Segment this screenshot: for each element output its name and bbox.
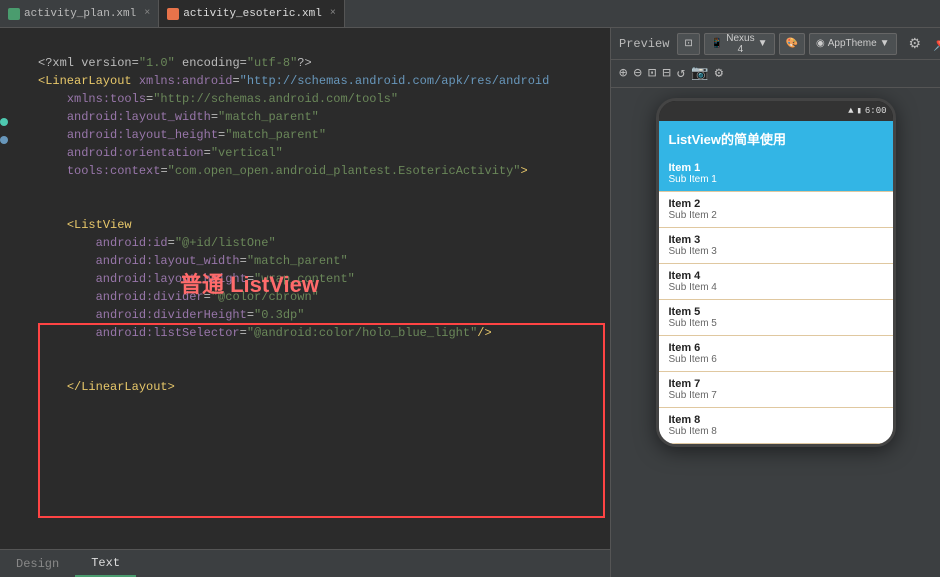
- app-screen: ListView的简单使用 Item 1 Sub Item 1 Item 2 S…: [659, 121, 893, 444]
- code-line-blank3: [38, 342, 602, 360]
- list-item-1[interactable]: Item 1 Sub Item 1: [659, 156, 893, 192]
- theme-btn-wrapper[interactable]: 🎨: [779, 33, 805, 55]
- xml-file-icon: [8, 8, 20, 20]
- camera-icon[interactable]: 📷: [691, 65, 708, 82]
- code-line-3: xmlns:tools="http://schemas.android.com/…: [38, 90, 602, 108]
- tab-esoteric-close[interactable]: ×: [330, 8, 336, 19]
- list-item-4[interactable]: Item 4 Sub Item 4: [659, 264, 893, 300]
- code-line-blank1: [38, 180, 602, 198]
- tab-plan-close[interactable]: ×: [144, 8, 150, 19]
- code-line-blank2: [38, 198, 602, 216]
- app-titlebar: ListView的简单使用: [659, 121, 893, 156]
- status-icons: ▲ ▮ 6:00: [848, 106, 886, 116]
- preview-label: Preview: [619, 37, 669, 51]
- app-title: ListView的简单使用: [669, 132, 787, 147]
- list-item-5[interactable]: Item 5 Sub Item 5: [659, 300, 893, 336]
- more-options-btn[interactable]: ⚙: [905, 33, 926, 54]
- code-line-5: android:layout_height="match_parent": [38, 126, 602, 144]
- code-line-width: android:layout_width="match_parent": [38, 252, 602, 270]
- phone-mockup: ▲ ▮ 6:00 ListView的简单使用 Item 1 Sub Item 1: [656, 98, 896, 447]
- code-line-selector: android:listSelector="@android:color/hol…: [38, 324, 602, 342]
- xml-file-icon-2: [167, 8, 179, 20]
- code-line-id: android:id="@+id/listOne": [38, 234, 602, 252]
- status-time: 6:00: [865, 106, 887, 116]
- preview-toolbar: Preview ⊡ 📱 Nexus 4 ▼ 🎨 ◉ AppTheme ▼ ⚙ 📌: [611, 28, 940, 60]
- code-line-2: <LinearLayout xmlns:android="http://sche…: [38, 72, 602, 90]
- tab-design[interactable]: Design: [0, 550, 75, 577]
- list-item-sub-6: Sub Item 6: [669, 354, 883, 365]
- theme-icon: 🎨: [786, 38, 798, 49]
- list-item-sub-3: Sub Item 3: [669, 246, 883, 257]
- code-panel: 普通 ListView <?xml version="1.0" encoding…: [0, 28, 610, 577]
- list-item-title-3: Item 3: [669, 234, 883, 246]
- list-item-title-2: Item 2: [669, 198, 883, 210]
- gutter-marker-blue: [0, 136, 8, 144]
- tab-text[interactable]: Text: [75, 550, 136, 577]
- tab-esoteric-xml[interactable]: activity_esoteric.xml ×: [159, 0, 345, 27]
- apptheme-icon: ◉: [816, 38, 825, 49]
- list-item-3[interactable]: Item 3 Sub Item 3: [659, 228, 893, 264]
- zoom-in-icon[interactable]: ⊕: [619, 65, 627, 82]
- theme-btn[interactable]: ◉ AppTheme ▼: [809, 33, 897, 55]
- list-item-7[interactable]: Item 7 Sub Item 7: [659, 372, 893, 408]
- left-gutter: [0, 28, 8, 549]
- list-item-title-8: Item 8: [669, 414, 883, 426]
- code-line-7: tools:context="com.open_open.android_pla…: [38, 162, 602, 180]
- list-item-6[interactable]: Item 6 Sub Item 6: [659, 336, 893, 372]
- tab-esoteric-label: activity_esoteric.xml: [183, 8, 322, 20]
- wifi-icon: ▲: [848, 106, 853, 116]
- list-item-sub-2: Sub Item 2: [669, 210, 883, 221]
- code-line-divider: android:divider="@color/cbrown": [38, 288, 602, 306]
- code-line-divider-height: android:dividerHeight="0.3dp": [38, 306, 602, 324]
- preview-panel: Preview ⊡ 📱 Nexus 4 ▼ 🎨 ◉ AppTheme ▼ ⚙ 📌: [610, 28, 940, 577]
- list-item-title-5: Item 5: [669, 306, 883, 318]
- theme-dropdown-icon: ▼: [880, 38, 890, 49]
- tab-plan-xml[interactable]: activity_plan.xml ×: [0, 0, 159, 27]
- code-editor[interactable]: <?xml version="1.0" encoding="utf-8"?> <…: [38, 36, 610, 396]
- zoom-bar: ⊕ ⊖ ⊡ ⊟ ↺ 📷 ⚙: [611, 60, 940, 88]
- dropdown-icon: ▼: [758, 38, 768, 49]
- code-line-listview: <ListView: [38, 216, 602, 234]
- list-item-title-6: Item 6: [669, 342, 883, 354]
- screenshot-icon: ⊡: [684, 38, 692, 49]
- list-item-sub-4: Sub Item 4: [669, 282, 883, 293]
- tab-plan-label: activity_plan.xml: [24, 8, 136, 20]
- device-btn[interactable]: 📱 Nexus 4 ▼: [704, 33, 775, 55]
- tab-bar: activity_plan.xml × activity_esoteric.xm…: [0, 0, 940, 28]
- list-item-sub-1: Sub Item 1: [669, 174, 883, 185]
- list-item-sub-5: Sub Item 5: [669, 318, 883, 329]
- settings-icon[interactable]: ⚙: [715, 65, 723, 82]
- code-content[interactable]: 普通 ListView <?xml version="1.0" encoding…: [0, 28, 610, 549]
- preview-content: ▲ ▮ 6:00 ListView的简单使用 Item 1 Sub Item 1: [611, 88, 940, 577]
- code-line-close: </LinearLayout>: [38, 378, 602, 396]
- phone-status-bar: ▲ ▮ 6:00: [659, 101, 893, 121]
- screenshot-btn[interactable]: ⊡: [677, 33, 699, 55]
- code-line: [38, 36, 602, 54]
- list-item-sub-8: Sub Item 8: [669, 426, 883, 437]
- code-line-6: android:orientation="vertical": [38, 144, 602, 162]
- gutter-marker-cyan: [0, 118, 8, 126]
- refresh-icon[interactable]: ↺: [677, 65, 685, 82]
- zoom-fit-icon[interactable]: ⊡: [648, 65, 656, 82]
- listview[interactable]: Item 1 Sub Item 1 Item 2 Sub Item 2 Item…: [659, 156, 893, 444]
- list-item-title-4: Item 4: [669, 270, 883, 282]
- bottom-tabs: Design Text: [0, 549, 610, 577]
- code-line-blank4: [38, 360, 602, 378]
- zoom-out-icon[interactable]: ⊖: [633, 65, 641, 82]
- list-item-title-7: Item 7: [669, 378, 883, 390]
- code-line-height: android:layout_height="wrap_content": [38, 270, 602, 288]
- phone-icon: 📱: [711, 38, 723, 49]
- pin-btn[interactable]: 📌: [929, 33, 940, 54]
- zoom-actual-icon[interactable]: ⊟: [662, 65, 670, 82]
- chinese-label: 普通 ListView: [180, 276, 319, 294]
- list-item-8[interactable]: Item 8 Sub Item 8: [659, 408, 893, 444]
- list-item-sub-7: Sub Item 7: [669, 390, 883, 401]
- code-line-1: <?xml version="1.0" encoding="utf-8"?>: [38, 54, 602, 72]
- code-line-4: android:layout_width="match_parent": [38, 108, 602, 126]
- list-item-2[interactable]: Item 2 Sub Item 2: [659, 192, 893, 228]
- list-item-title-1: Item 1: [669, 162, 883, 174]
- main-area: 普通 ListView <?xml version="1.0" encoding…: [0, 28, 940, 577]
- battery-icon: ▮: [856, 106, 861, 116]
